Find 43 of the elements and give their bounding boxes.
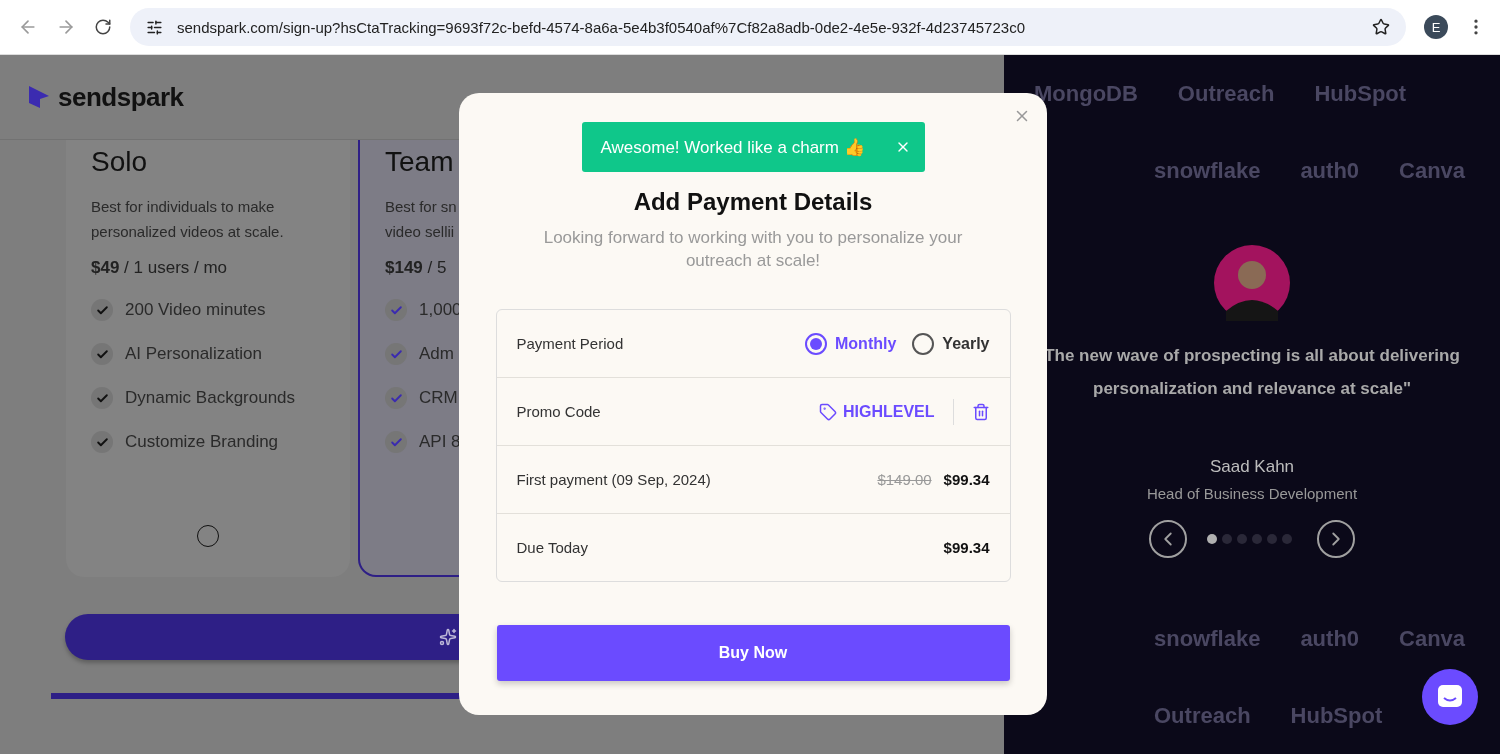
row-label: Payment Period [516, 335, 624, 352]
feature-text: CRM [419, 388, 458, 408]
old-price: $149.00 [877, 471, 932, 488]
person-name: Saad Kahn [1209, 457, 1295, 477]
period-option[interactable]: Yearly [912, 332, 990, 355]
brand-logo: HubSpot [1290, 702, 1383, 729]
feature-text: 200 Video minutes [125, 300, 266, 320]
price-value: $99.34 [943, 471, 990, 488]
brand-logo: snowflake [1154, 625, 1261, 652]
dialog-title: Add Payment Details [633, 188, 873, 216]
promo-code: HIGHLEVEL [818, 402, 935, 421]
feature-text: AI Personalization [125, 344, 263, 364]
toast-message: Awesome! Worked like a charm 👍 [600, 136, 865, 158]
row-label: Promo Code [516, 403, 601, 420]
brand-logo: HubSpot [1314, 80, 1407, 107]
address-bar[interactable]: sendspark.com/sign-up?hsCtaTracking=9693f72c-befd-4574-8a6a-5e4b3f0540af%7Cf82a8adb-0de2-4e5e-932f-4d23745723c0 [130, 8, 1406, 46]
brand-logo: MongoDB [1034, 80, 1138, 107]
plan-description: Best for individuals to make personalized videos at scale. [91, 197, 285, 242]
feature-text: Dynamic Backgrounds [125, 388, 296, 408]
plan-price: $49 / 1 users / mo [91, 258, 228, 278]
plan-name: Team [385, 146, 454, 178]
dialog-subtitle: Looking forward to working with you to personalize your outreach at scale! [542, 227, 964, 272]
brand-logo: auth0 [1300, 157, 1360, 184]
row-label: Due Today [516, 539, 588, 556]
brand-logo: Canva [1399, 625, 1466, 652]
brand-logo: auth0 [1300, 625, 1360, 652]
plan-name: Solo [91, 146, 148, 178]
brand-logo: Outreach [1177, 80, 1275, 107]
profile-avatar[interactable]: E [1424, 15, 1448, 39]
plan-description: Best for sn video sellii [385, 197, 457, 242]
price-value: $99.34 [943, 539, 990, 556]
logo[interactable]: sendspark [58, 81, 184, 113]
plan-price: $149 / 5 [385, 258, 447, 278]
brand-logo: Outreach [1154, 702, 1251, 729]
brand-logo: Canva [1399, 157, 1466, 184]
period-option[interactable]: Monthly [805, 332, 897, 355]
feature-text: Customize Branding [125, 432, 279, 452]
person-role: Head of Business Development [1146, 485, 1358, 502]
testimonial-quote: The new wave of prospecting is all about delivering personalization and relevance at scale" [1043, 345, 1461, 400]
feature-text: Adm [419, 344, 454, 364]
buy-now-button[interactable]: Buy Now [496, 625, 1010, 681]
brand-logo: snowflake [1154, 157, 1261, 184]
row-label: First payment (09 Sep, 2024) [516, 471, 711, 488]
